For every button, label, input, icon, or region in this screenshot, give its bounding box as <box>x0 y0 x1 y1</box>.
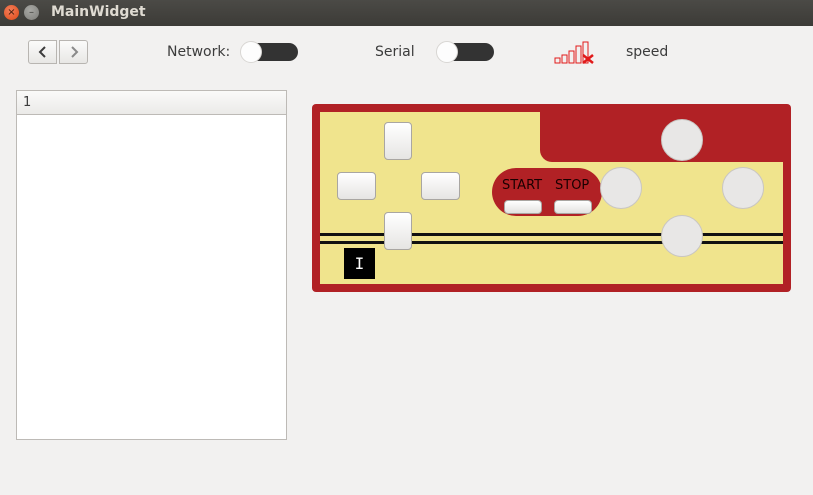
action-button-right[interactable] <box>722 167 764 209</box>
network-label: Network: <box>167 44 231 60</box>
text-cursor-icon: I <box>344 248 375 279</box>
dpad-up-button[interactable] <box>384 122 412 160</box>
back-button[interactable] <box>28 40 57 64</box>
action-button-left[interactable] <box>600 167 642 209</box>
action-button-top[interactable] <box>661 119 703 161</box>
list-view[interactable]: 1 <box>16 90 287 440</box>
dpad-down-button[interactable] <box>384 212 412 250</box>
list-header[interactable]: 1 <box>17 91 286 115</box>
toggle-knob <box>240 41 262 63</box>
start-button[interactable] <box>504 200 542 214</box>
dpad-right-button[interactable] <box>421 172 460 200</box>
title-bar: × – MainWidget <box>0 0 813 26</box>
start-label: START <box>502 178 543 193</box>
serial-label: Serial <box>375 44 415 60</box>
chevron-right-icon <box>70 46 78 58</box>
dpad-left-button[interactable] <box>337 172 376 200</box>
window-title: MainWidget <box>51 4 146 20</box>
network-toggle[interactable] <box>240 41 298 63</box>
gamepad-face: START STOP I <box>320 112 789 284</box>
speed-label: speed <box>626 44 669 60</box>
stop-button[interactable] <box>554 200 592 214</box>
chevron-left-icon <box>38 46 46 58</box>
action-button-bottom[interactable] <box>661 215 703 257</box>
signal-no-connection-icon <box>554 41 594 64</box>
start-stop-panel: START STOP <box>492 168 602 216</box>
toggle-knob <box>436 41 458 63</box>
forward-button[interactable] <box>59 40 88 64</box>
serial-toggle[interactable] <box>436 41 494 63</box>
gamepad: START STOP I <box>312 104 791 292</box>
minimize-button[interactable]: – <box>24 5 39 20</box>
close-button[interactable]: × <box>4 5 19 20</box>
stop-label: STOP <box>555 178 590 193</box>
